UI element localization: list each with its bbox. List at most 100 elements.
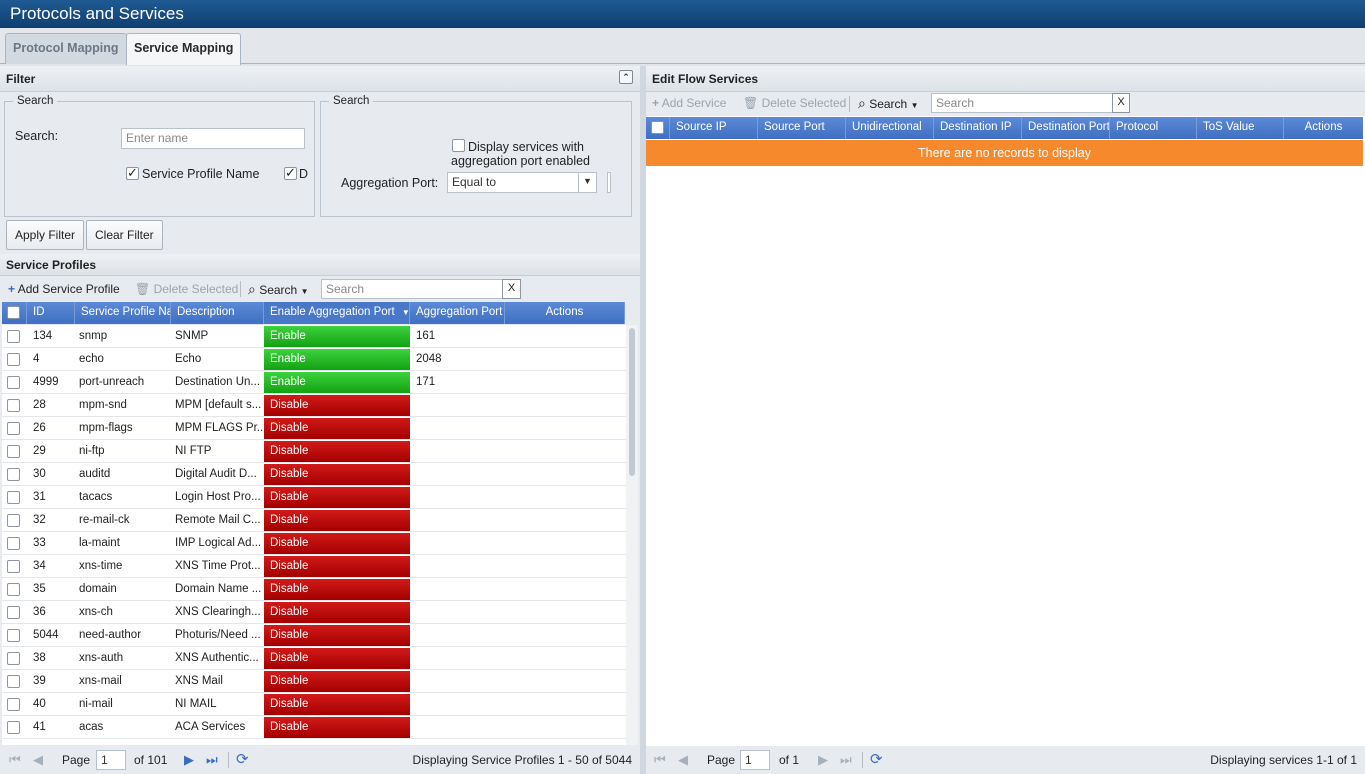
row-checkbox[interactable] bbox=[7, 537, 20, 550]
status-badge[interactable]: Disable bbox=[264, 671, 410, 692]
col-source-port[interactable]: Source Port bbox=[758, 117, 846, 139]
last-page-icon[interactable]: ⏭ bbox=[206, 752, 218, 768]
table-row[interactable]: 39 xns-mail XNS Mail Disable bbox=[2, 670, 626, 693]
add-service-profile-button[interactable]: + Add Service Profile bbox=[8, 282, 120, 296]
table-row[interactable]: 38 xns-auth XNS Authentic... Disable bbox=[2, 647, 626, 670]
col-source-ip[interactable]: Source IP bbox=[670, 117, 758, 139]
tab-protocol-mapping[interactable]: Protocol Mapping bbox=[5, 33, 127, 64]
profiles-search-input[interactable]: Search bbox=[321, 279, 503, 299]
chevron-down-icon[interactable]: ▼ bbox=[578, 173, 596, 192]
row-checkbox[interactable] bbox=[7, 675, 20, 688]
service-profile-name-checkbox[interactable] bbox=[126, 165, 139, 181]
col-tos-value[interactable]: ToS Value bbox=[1197, 117, 1284, 139]
status-badge[interactable]: Disable bbox=[264, 556, 410, 577]
add-service-button[interactable]: + Add Service bbox=[652, 96, 726, 110]
table-row[interactable]: 30 auditd Digital Audit D... Disable bbox=[2, 463, 626, 486]
table-row[interactable]: 41 acas ACA Services Disable bbox=[2, 716, 626, 739]
services-search-clear-button[interactable]: X bbox=[1112, 93, 1130, 113]
row-checkbox[interactable] bbox=[7, 330, 20, 343]
row-checkbox[interactable] bbox=[7, 422, 20, 435]
status-badge[interactable]: Enable bbox=[264, 349, 410, 370]
status-badge[interactable]: Enable bbox=[264, 326, 410, 347]
row-checkbox[interactable] bbox=[7, 399, 20, 412]
status-badge[interactable]: Disable bbox=[264, 579, 410, 600]
row-checkbox[interactable] bbox=[7, 652, 20, 665]
service-search-menu-button[interactable]: ⌕ Search ▼ bbox=[858, 95, 918, 112]
delete-selected-button[interactable]: 🗑 Delete Selected bbox=[135, 282, 238, 296]
name-search-input[interactable]: Enter name bbox=[121, 128, 305, 149]
row-checkbox[interactable] bbox=[7, 606, 20, 619]
status-badge[interactable]: Disable bbox=[264, 487, 410, 508]
status-badge[interactable]: Disable bbox=[264, 625, 410, 646]
refresh-icon[interactable]: ⟳ bbox=[236, 750, 249, 768]
table-row[interactable]: 29 ni-ftp NI FTP Disable bbox=[2, 440, 626, 463]
delete-selected-service-button[interactable]: 🗑 Delete Selected bbox=[743, 96, 846, 110]
status-badge[interactable]: Disable bbox=[264, 441, 410, 462]
col-id[interactable]: ID bbox=[27, 302, 75, 324]
table-row[interactable]: 26 mpm-flags MPM FLAGS Pr... Disable bbox=[2, 417, 626, 440]
table-row[interactable]: 4 echo Echo Enable 2048 bbox=[2, 348, 626, 371]
table-row[interactable]: 32 re-mail-ck Remote Mail C... Disable bbox=[2, 509, 626, 532]
row-checkbox[interactable] bbox=[7, 514, 20, 527]
row-checkbox[interactable] bbox=[7, 353, 20, 366]
row-checkbox[interactable] bbox=[7, 376, 20, 389]
profiles-scrollbar-thumb[interactable] bbox=[629, 328, 635, 476]
row-checkbox[interactable] bbox=[7, 583, 20, 596]
page-number-input[interactable]: 1 bbox=[96, 750, 126, 770]
status-badge[interactable]: Enable bbox=[264, 372, 410, 393]
col-destination-port[interactable]: Destination Port bbox=[1022, 117, 1110, 139]
row-checkbox[interactable] bbox=[7, 468, 20, 481]
table-row[interactable]: 34 xns-time XNS Time Prot... Disable bbox=[2, 555, 626, 578]
status-badge[interactable]: Disable bbox=[264, 648, 410, 669]
search-menu-button[interactable]: ⌕ Search ▼ bbox=[248, 281, 308, 298]
status-badge[interactable]: Disable bbox=[264, 464, 410, 485]
status-badge[interactable]: Disable bbox=[264, 602, 410, 623]
col-protocol[interactable]: Protocol bbox=[1110, 117, 1197, 139]
status-badge[interactable]: Disable bbox=[264, 694, 410, 715]
col-enable-aggregation[interactable]: Enable Aggregation Port ▼ bbox=[264, 302, 410, 324]
prev-page-icon[interactable]: ◀ bbox=[33, 752, 43, 768]
refresh-icon[interactable]: ⟳ bbox=[870, 750, 883, 768]
last-page-icon[interactable]: ⏭ bbox=[840, 752, 852, 768]
table-row[interactable]: 5044 need-author Photuris/Need ... Disable bbox=[2, 624, 626, 647]
prev-page-icon[interactable]: ◀ bbox=[678, 752, 688, 768]
profiles-search-clear-button[interactable]: X bbox=[502, 279, 521, 299]
status-badge[interactable]: Disable bbox=[264, 510, 410, 531]
row-checkbox[interactable] bbox=[7, 445, 20, 458]
status-badge[interactable]: Disable bbox=[264, 717, 410, 738]
next-page-icon[interactable]: ▶ bbox=[184, 752, 194, 768]
tab-service-mapping[interactable]: Service Mapping bbox=[126, 33, 242, 65]
col-aggregation-port[interactable]: Aggregation Port bbox=[410, 302, 505, 324]
status-badge[interactable]: Disable bbox=[264, 418, 410, 439]
collapse-icon[interactable]: ⌃ bbox=[619, 70, 633, 84]
col-destination-ip[interactable]: Destination IP bbox=[934, 117, 1022, 139]
table-row[interactable]: 4999 port-unreach Destination Un... Enable 1… bbox=[2, 371, 626, 394]
row-checkbox[interactable] bbox=[7, 491, 20, 504]
services-select-all-checkbox[interactable] bbox=[651, 121, 664, 134]
status-badge[interactable]: Disable bbox=[264, 533, 410, 554]
row-checkbox[interactable] bbox=[7, 629, 20, 642]
aggregation-port-select[interactable]: Equal to ▼ bbox=[447, 172, 597, 193]
table-row[interactable]: 40 ni-mail NI MAIL Disable bbox=[2, 693, 626, 716]
clear-filter-button[interactable]: Clear Filter bbox=[86, 220, 163, 250]
col-name[interactable]: Service Profile Nar bbox=[75, 302, 171, 324]
row-checkbox[interactable] bbox=[7, 698, 20, 711]
col-unidirectional[interactable]: Unidirectional bbox=[846, 117, 934, 139]
aggregation-enabled-checkbox[interactable] bbox=[452, 139, 465, 152]
profiles-scrollbar[interactable] bbox=[626, 325, 638, 745]
table-row[interactable]: 31 tacacs Login Host Pro... Disable bbox=[2, 486, 626, 509]
table-row[interactable]: 28 mpm-snd MPM [default s... Disable bbox=[2, 394, 626, 417]
table-row[interactable]: 36 xns-ch XNS Clearingh... Disable bbox=[2, 601, 626, 624]
first-page-icon[interactable]: ⏮ bbox=[654, 752, 666, 768]
services-page-number-input[interactable]: 1 bbox=[740, 750, 770, 770]
row-checkbox[interactable] bbox=[7, 560, 20, 573]
description-checkbox[interactable] bbox=[284, 165, 297, 181]
row-checkbox[interactable] bbox=[7, 721, 20, 734]
col-description[interactable]: Description bbox=[171, 302, 264, 324]
aggregation-port-value-input[interactable] bbox=[607, 172, 611, 193]
status-badge[interactable]: Disable bbox=[264, 395, 410, 416]
next-page-icon[interactable]: ▶ bbox=[818, 752, 828, 768]
select-all-checkbox[interactable] bbox=[7, 306, 20, 319]
table-row[interactable]: 134 snmp SNMP Enable 161 bbox=[2, 325, 626, 348]
apply-filter-button[interactable]: Apply Filter bbox=[6, 220, 85, 250]
